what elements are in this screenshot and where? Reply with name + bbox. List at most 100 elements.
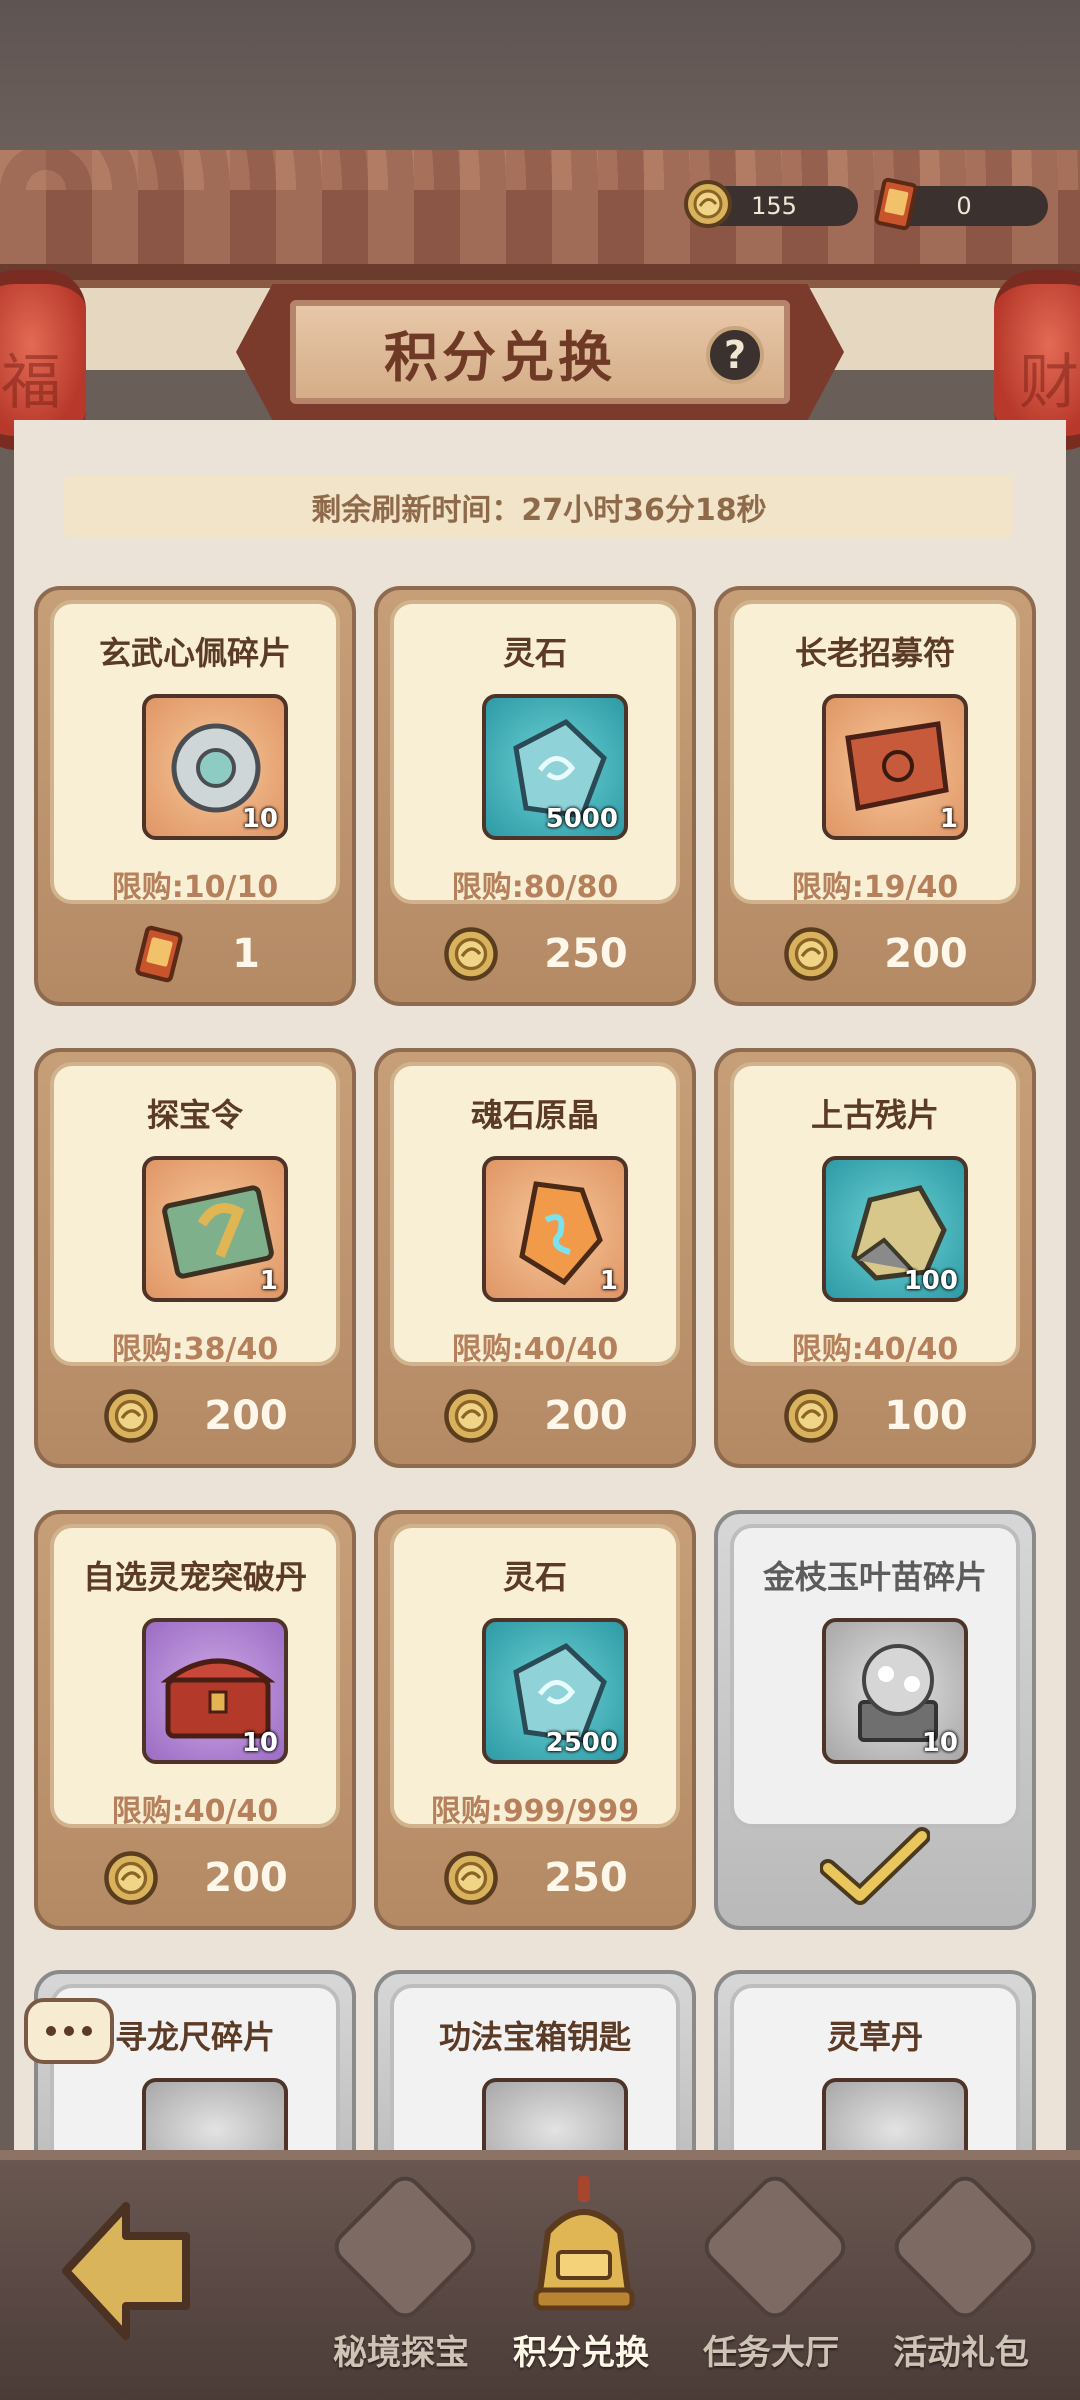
coin-icon xyxy=(444,1851,499,1905)
item-icon-box: 10 xyxy=(142,694,288,840)
item-icon-box: 1 xyxy=(482,1156,628,1302)
coin-icon xyxy=(784,927,839,981)
item-icon-box: 100 xyxy=(822,1156,968,1302)
purchase-limit: 限购:80/80 xyxy=(451,870,619,905)
shop-item-card[interactable]: 灵石 2500 限购:999/999 250 xyxy=(374,1510,696,1930)
item-card-face: 自选灵宠突破丹 10 限购:40/40 xyxy=(50,1524,340,1829)
bell-icon xyxy=(533,2176,635,2311)
item-name: 探宝令 xyxy=(146,1096,243,1134)
chat-dot xyxy=(82,2026,92,2036)
item-card-face: 灵石 5000 限购:80/80 xyxy=(390,600,680,905)
coin-icon xyxy=(684,180,732,228)
item-quantity: 10 xyxy=(921,1728,958,1758)
item-price: 1 xyxy=(232,931,260,977)
purchase-limit: 限购:38/40 xyxy=(111,1332,279,1367)
shop-item-card[interactable]: 灵石 5000 限购:80/80 250 xyxy=(374,586,696,1006)
buy-button[interactable]: 200 xyxy=(378,1384,692,1448)
item-name: 功法宝箱钥匙 xyxy=(438,2018,631,2056)
tab-label: 任务大厅 xyxy=(703,2333,839,2373)
item-price: 200 xyxy=(204,1855,288,1901)
sold-out-check xyxy=(718,1826,1032,1906)
scroll-icon xyxy=(697,2169,853,2325)
ticket-icon xyxy=(135,925,183,983)
tab-label: 积分兑换 xyxy=(513,2333,649,2373)
item-card-face: 灵石 2500 限购:999/999 xyxy=(390,1524,680,1829)
coin-balance: 155 xyxy=(684,180,858,228)
gift-bag-icon xyxy=(887,2169,1043,2325)
item-icon-box: 10 xyxy=(142,1618,288,1764)
purchase-limit: 限购:40/40 xyxy=(791,1332,959,1367)
item-quantity: 1 xyxy=(939,804,958,834)
page-title: 积分兑换 xyxy=(384,325,616,389)
coin-icon xyxy=(784,1389,839,1443)
item-price: 250 xyxy=(544,1855,628,1901)
coin-icon xyxy=(444,1389,499,1443)
lantern-right-glyph: 财 xyxy=(1019,348,1079,418)
item-name: 长老招募符 xyxy=(794,634,955,672)
tab-secret-realm[interactable]: 秘境探宝 xyxy=(306,2169,496,2392)
tab-label: 活动礼包 xyxy=(893,2333,1029,2373)
purchase-limit: 限购:40/40 xyxy=(451,1332,619,1367)
item-name: 魂石原晶 xyxy=(470,1096,599,1134)
buy-button[interactable]: 250 xyxy=(378,1846,692,1910)
purchase-limit: 限购:10/10 xyxy=(111,870,279,905)
tab-points-exchange[interactable]: 积分兑换 xyxy=(486,2172,676,2392)
item-name: 金枝玉叶苗碎片 xyxy=(762,1558,987,1596)
item-card-face: 探宝令 1 限购:38/40 xyxy=(50,1062,340,1367)
item-name: 灵草丹 xyxy=(826,2018,923,2056)
shop-item-card[interactable]: 探宝令 1 限购:38/40 200 xyxy=(34,1048,356,1468)
chat-dot xyxy=(64,2026,74,2036)
buy-button[interactable]: 200 xyxy=(718,922,1032,986)
item-price: 200 xyxy=(544,1393,628,1439)
tab-task-hall[interactable]: 任务大厅 xyxy=(676,2169,866,2392)
item-card-face: 魂石原晶 1 限购:40/40 xyxy=(390,1062,680,1367)
item-quantity: 1 xyxy=(599,1266,618,1296)
item-icon-box: 1 xyxy=(142,1156,288,1302)
item-card-face: 玄武心佩碎片 10 限购:10/10 xyxy=(50,600,340,905)
help-button[interactable]: ? xyxy=(706,326,764,384)
item-price: 200 xyxy=(204,1393,288,1439)
item-name: 灵石 xyxy=(502,634,567,672)
check-icon xyxy=(820,1827,930,1905)
item-name: 玄武心佩碎片 xyxy=(98,634,291,672)
item-card-face: 上古残片 100 限购:40/40 xyxy=(730,1062,1020,1367)
item-icon-box: 2500 xyxy=(482,1618,628,1764)
buy-button[interactable]: 1 xyxy=(38,922,352,986)
purchase-limit: 限购:40/40 xyxy=(111,1794,279,1829)
lantern-left-glyph: 福 xyxy=(1,348,61,418)
coin-balance-value: 155 xyxy=(751,192,797,220)
item-quantity: 10 xyxy=(241,804,278,834)
item-price: 100 xyxy=(884,1393,968,1439)
chat-button[interactable] xyxy=(24,1998,114,2064)
ticket-balance-value: 0 xyxy=(956,192,972,220)
shop-item-card[interactable]: 魂石原晶 1 限购:40/40 200 xyxy=(374,1048,696,1468)
back-arrow-icon[interactable] xyxy=(56,2196,206,2346)
buy-button[interactable]: 200 xyxy=(38,1384,352,1448)
buy-button[interactable]: 100 xyxy=(718,1384,1032,1448)
item-card-face: 长老招募符 1 限购:19/40 xyxy=(730,600,1020,905)
item-quantity: 5000 xyxy=(545,804,618,834)
shop-item-card[interactable]: 长老招募符 1 限购:19/40 200 xyxy=(714,586,1036,1006)
shop-item-card[interactable]: 自选灵宠突破丹 10 限购:40/40 200 xyxy=(34,1510,356,1930)
refresh-timer: 剩余刷新时间：27小时36分18秒 xyxy=(64,476,1014,538)
item-quantity: 2500 xyxy=(545,1728,618,1758)
purchase-limit: 限购:19/40 xyxy=(791,870,959,905)
ticket-icon xyxy=(874,177,918,231)
tab-event-gifts[interactable]: 活动礼包 xyxy=(866,2169,1056,2392)
shop-item-card[interactable]: 上古残片 100 限购:40/40 100 xyxy=(714,1048,1036,1468)
item-quantity: 1 xyxy=(259,1266,278,1296)
coin-icon xyxy=(104,1851,159,1905)
item-quantity: 100 xyxy=(903,1266,958,1296)
item-icon-box: 10 xyxy=(822,1618,968,1764)
mountain-icon xyxy=(327,2169,483,2325)
item-price: 250 xyxy=(544,931,628,977)
item-quantity: 10 xyxy=(241,1728,278,1758)
item-name: 灵石 xyxy=(502,1558,567,1596)
item-name: 上古残片 xyxy=(810,1096,939,1134)
buy-button[interactable]: 200 xyxy=(38,1846,352,1910)
shop-item-card[interactable]: 玄武心佩碎片 10 限购:10/10 1 xyxy=(34,586,356,1006)
shop-item-card[interactable]: 金枝玉叶苗碎片 10 xyxy=(714,1510,1036,1930)
buy-button[interactable]: 250 xyxy=(378,922,692,986)
item-price: 200 xyxy=(884,931,968,977)
coin-icon xyxy=(444,927,499,981)
